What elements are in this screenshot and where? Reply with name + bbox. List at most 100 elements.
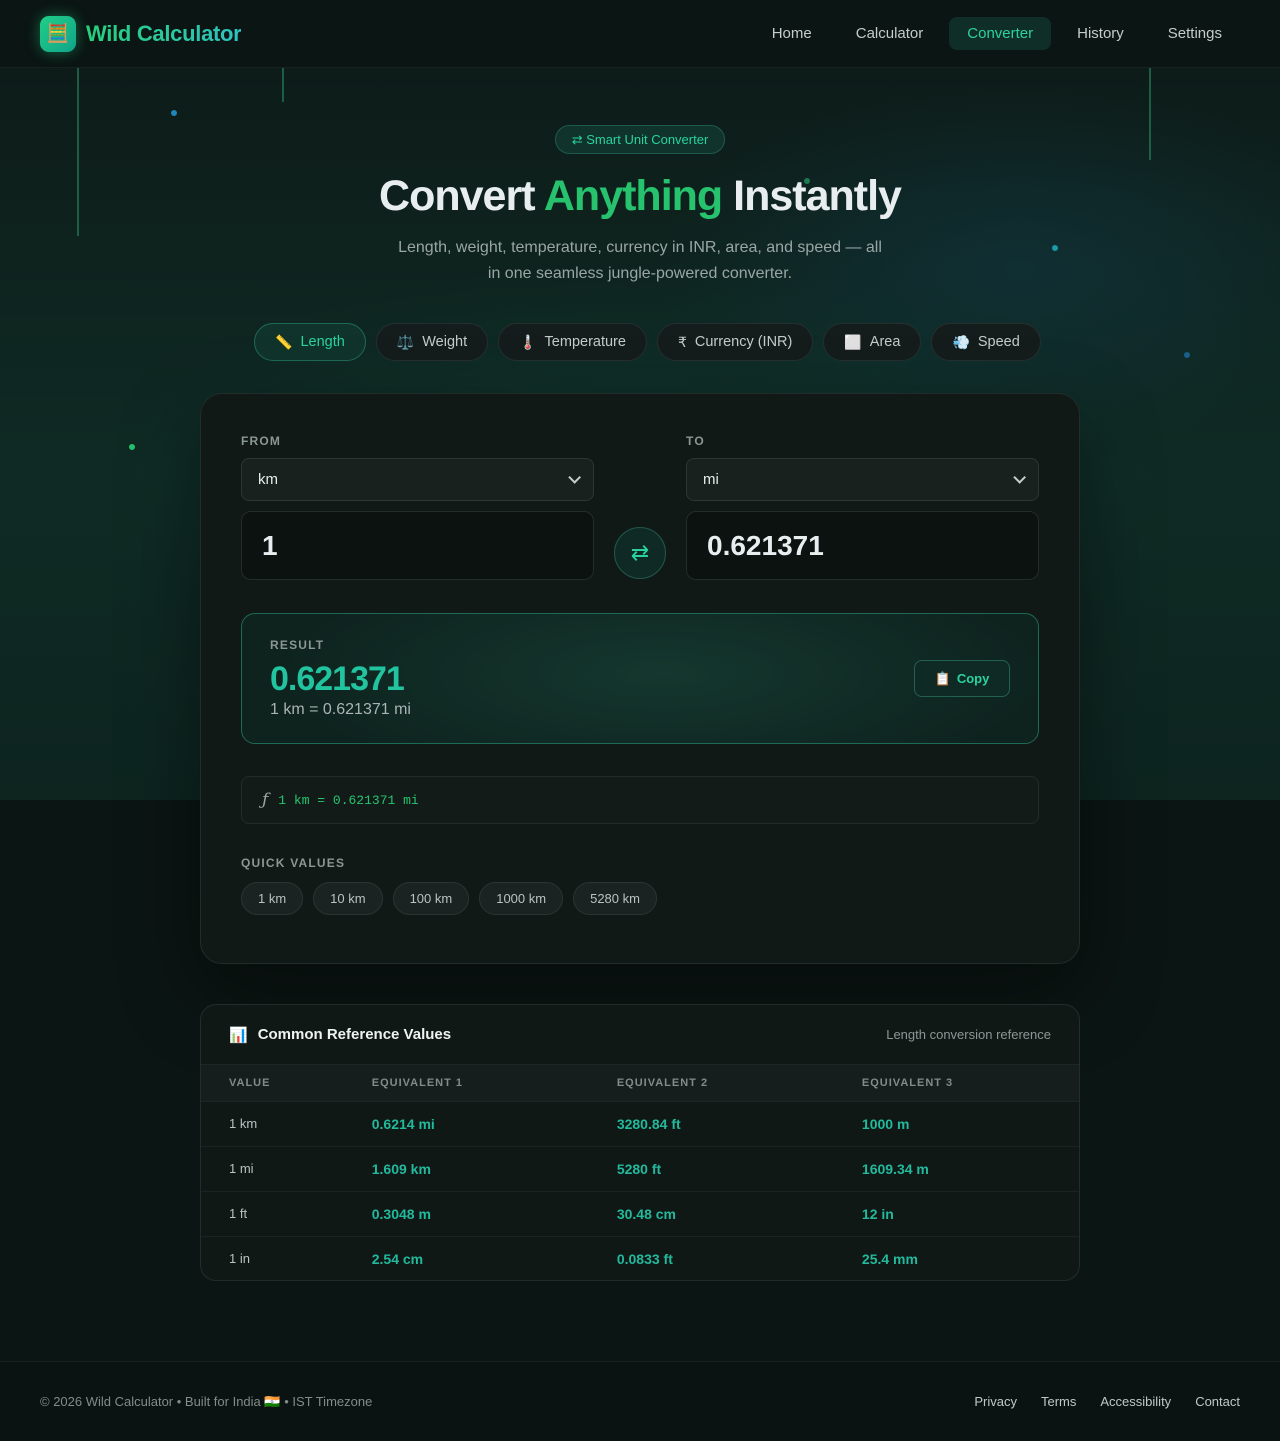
nav-item-home[interactable]: Home [754, 17, 830, 50]
brand-name: Wild Calculator [86, 20, 242, 46]
table-cell: 25.4 mm [861, 1250, 918, 1267]
footer-link-privacy[interactable]: Privacy [974, 1394, 1017, 1409]
page-subtitle: Length, weight, temperature, currency in… [398, 239, 882, 282]
copy-label: Copy [956, 671, 990, 686]
decorative-dot [171, 110, 177, 116]
result-panel: RESULT 0.621371 1 km = 0.621371 mi 📋 Cop… [241, 613, 1039, 744]
decorative-vine [282, 68, 284, 102]
table-cell: 5280 ft [588, 1146, 834, 1192]
chevron-down-icon [1013, 471, 1026, 484]
tab-label: Speed [977, 334, 1020, 350]
title-accent: Anything [543, 172, 723, 220]
table-cell: 1 mi [201, 1146, 344, 1192]
swap-units-button[interactable]: ⇄ [614, 527, 666, 579]
footer-link-terms[interactable]: Terms [1041, 1394, 1076, 1409]
abacus-icon: 🧮 [40, 15, 76, 52]
table-cell: 1.609 km [343, 1146, 589, 1192]
reference-table-card: 📊 Common Reference Values Length convers… [200, 1004, 1080, 1281]
title-prefix: Convert [379, 172, 544, 220]
table-cell: 1 ft [201, 1191, 344, 1237]
from-value-input[interactable]: 1 [241, 511, 594, 580]
quick-value-chip[interactable]: 10 km [313, 882, 383, 915]
top-navigation-bar: 🧮 Wild Calculator Home Calculator Conver… [0, 0, 1280, 68]
quick-value-chip[interactable]: 1000 km [479, 882, 564, 915]
decorative-dot [129, 444, 135, 450]
nav-item-history[interactable]: History [1059, 17, 1142, 50]
column-header: VALUE [201, 1065, 344, 1102]
converter-card: FROM TO km mi 1 ⇄ 0.621371 RESULT 0.6213… [200, 393, 1080, 964]
swap-icon: ⇄ [630, 540, 650, 565]
from-label: FROM [241, 434, 282, 448]
column-header: EQUIVALENT 1 [343, 1065, 589, 1102]
function-icon: ƒ [262, 790, 269, 810]
wind-icon: 💨 [952, 333, 970, 350]
table-row: 1 in 2.54 cm 0.0833 ft 25.4 mm [201, 1236, 1079, 1280]
footer-link-accessibility[interactable]: Accessibility [1100, 1394, 1171, 1409]
ruler-icon: 📏 [275, 333, 293, 350]
square-icon: ⬜ [844, 333, 862, 350]
tab-area[interactable]: ⬜ Area [823, 323, 922, 361]
tab-label: Currency (INR) [694, 334, 793, 350]
footer-link-contact[interactable]: Contact [1195, 1394, 1240, 1409]
copy-button[interactable]: 📋 Copy [914, 660, 1010, 697]
table-cell: 1 km [201, 1101, 344, 1147]
title-suffix: Instantly [722, 172, 902, 220]
to-label: TO [686, 434, 705, 448]
chart-icon: 📊 [229, 1026, 248, 1044]
tab-label: Area [869, 334, 901, 350]
category-tabs: 📏 Length ⚖️ Weight 🌡️ Temperature ₹ Curr… [254, 323, 1041, 361]
table-cell: 0.6214 mi [343, 1101, 589, 1147]
clipboard-icon: 📋 [934, 670, 951, 686]
quick-value-chip[interactable]: 100 km [392, 882, 470, 915]
column-header: EQUIVALENT 2 [588, 1065, 834, 1102]
decorative-dot [1184, 352, 1190, 358]
quick-value-chip[interactable]: 1 km [241, 882, 304, 915]
feature-badge: ⇄ Smart Unit Converter [555, 125, 725, 154]
scale-icon: ⚖️ [396, 333, 415, 350]
quick-values-label: QUICK VALUES [241, 856, 346, 870]
table-row: 1 km 0.6214 mi 3280.84 ft 1000 m [201, 1101, 1079, 1147]
nav-item-converter[interactable]: Converter [949, 17, 1052, 50]
result-value: 0.621371 [270, 660, 405, 698]
tab-temperature[interactable]: 🌡️ Temperature [498, 323, 647, 361]
result-label: RESULT [270, 638, 325, 652]
formula-text: 1 km = 0.621371 mi [278, 792, 419, 808]
reference-header: 📊 Common Reference Values Length convers… [201, 1005, 1079, 1065]
tab-weight[interactable]: ⚖️ Weight [375, 323, 489, 361]
tab-label: Temperature [544, 334, 626, 350]
reference-table: VALUE EQUIVALENT 1 EQUIVALENT 2 EQUIVALE… [201, 1065, 1079, 1280]
reference-title-text: Common Reference Values [257, 1026, 452, 1043]
tab-currency[interactable]: ₹ Currency (INR) [656, 323, 814, 361]
quick-values-list: 1 km 10 km 100 km 1000 km 5280 km [241, 882, 657, 915]
decorative-dot [1052, 245, 1058, 251]
copyright-text: © 2026 Wild Calculator • Built for India… [40, 1393, 373, 1409]
brand[interactable]: 🧮 Wild Calculator [40, 15, 242, 52]
quick-value-chip[interactable]: 5280 km [573, 882, 657, 915]
chevron-down-icon [568, 471, 581, 484]
table-row: 1 mi 1.609 km 5280 ft 1609.34 m [201, 1146, 1079, 1192]
tab-length[interactable]: 📏 Length [254, 323, 366, 361]
table-cell: 2.54 cm [371, 1250, 424, 1267]
table-cell: 1000 m [833, 1101, 1079, 1147]
footer-links: Privacy Terms Accessibility Contact [974, 1394, 1240, 1409]
main-nav: Home Calculator Converter History Settin… [754, 17, 1240, 50]
from-unit-select[interactable]: km [241, 458, 594, 501]
table-cell: 0.3048 m [343, 1191, 589, 1237]
tab-speed[interactable]: 💨 Speed [931, 323, 1041, 361]
tab-label: Length [300, 334, 345, 350]
from-unit-value: km [258, 471, 278, 488]
nav-item-settings[interactable]: Settings [1150, 17, 1240, 50]
nav-item-calculator[interactable]: Calculator [838, 17, 942, 50]
table-cell: 1609.34 m [833, 1146, 1079, 1192]
table-header-row: VALUE EQUIVALENT 1 EQUIVALENT 2 EQUIVALE… [201, 1065, 1079, 1102]
table-row: 1 ft 0.3048 m 30.48 cm 12 in [201, 1191, 1079, 1237]
rupee-icon: ₹ [677, 333, 687, 350]
formula-bar: ƒ 1 km = 0.621371 mi [241, 776, 1039, 824]
decorative-vine [1149, 68, 1151, 160]
to-value-output: 0.621371 [686, 511, 1039, 580]
table-cell: 3280.84 ft [588, 1101, 834, 1147]
thermometer-icon: 🌡️ [519, 333, 537, 350]
reference-title: 📊 Common Reference Values [229, 1026, 451, 1044]
page-footer: © 2026 Wild Calculator • Built for India… [0, 1361, 1280, 1441]
to-unit-select[interactable]: mi [686, 458, 1039, 501]
